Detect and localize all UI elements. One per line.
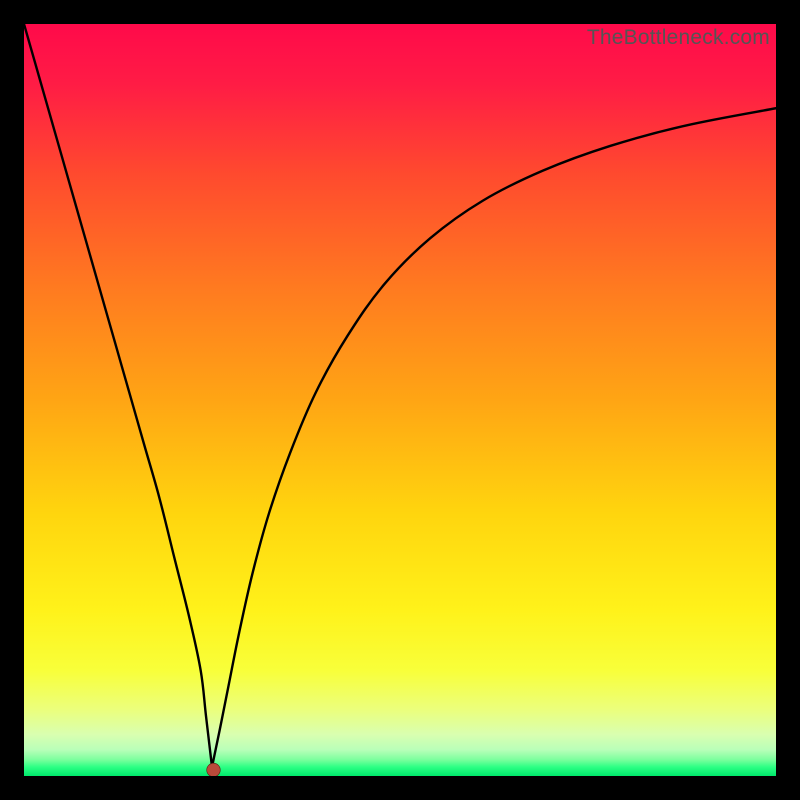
bottleneck-chart [24,24,776,776]
chart-container: TheBottleneck.com [0,0,800,800]
gradient-background [24,24,776,776]
plot-area: TheBottleneck.com [24,24,776,776]
optimal-point-marker [207,763,221,776]
watermark-text: TheBottleneck.com [587,26,770,50]
